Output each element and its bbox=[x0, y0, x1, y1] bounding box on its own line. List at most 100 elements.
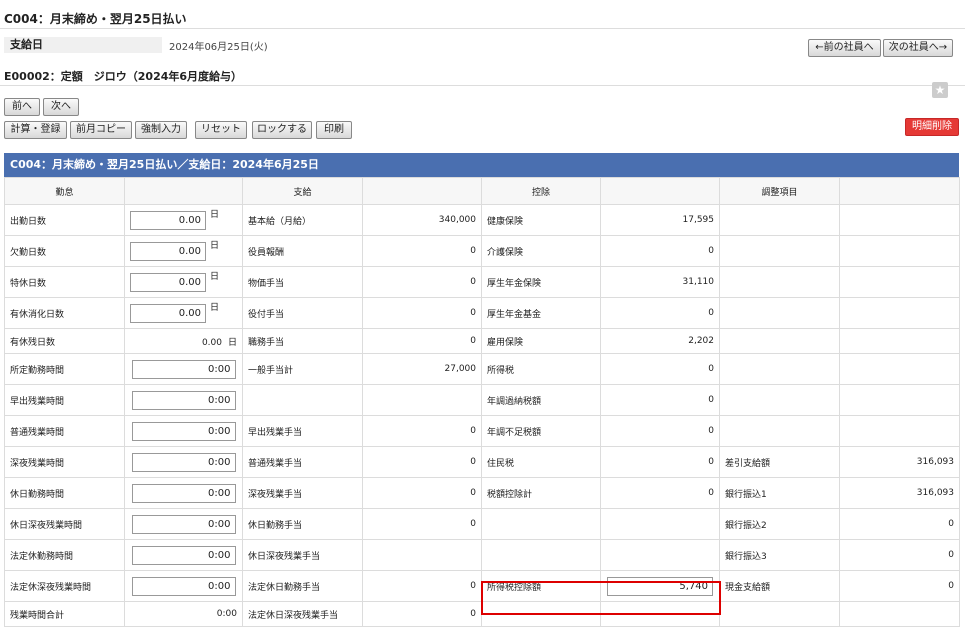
deduction-value: 0 bbox=[600, 384, 720, 416]
adjust-value bbox=[839, 384, 960, 416]
attendance-label: 深夜残業時間 bbox=[4, 446, 125, 478]
payment-label: 基本給（月給） bbox=[242, 204, 363, 236]
table-row: 休日深夜残業時間 0:00 休日勤務手当 0 銀行振込2 0 bbox=[4, 508, 960, 540]
table-row: 出勤日数 0.00 日 基本給（月給） 340,000 健康保険 17,595 bbox=[4, 204, 960, 236]
deduction-label: 年調不足税額 bbox=[481, 415, 601, 447]
deduction-value: 31,110 bbox=[600, 266, 720, 298]
attendance-input[interactable]: 0:00 bbox=[131, 483, 236, 503]
attendance-value: 0.00 日 bbox=[124, 204, 243, 236]
attendance-value: 0:00 bbox=[124, 415, 243, 447]
deduction-label: 雇用保険 bbox=[481, 328, 601, 354]
adjust-value bbox=[839, 601, 960, 627]
payment-value: 0 bbox=[362, 328, 482, 354]
next-button[interactable]: 次へ bbox=[43, 98, 79, 116]
payment-value: 0 bbox=[362, 415, 482, 447]
deduction-label bbox=[481, 539, 601, 571]
attendance-label: 法定休勤務時間 bbox=[4, 539, 125, 571]
payment-value: 27,000 bbox=[362, 353, 482, 385]
income-tax-deduction-input[interactable]: 5,740 bbox=[607, 576, 713, 596]
pay-date-label: 支給日 bbox=[4, 37, 162, 53]
payment-label: 法定休日勤務手当 bbox=[242, 570, 363, 602]
attendance-label: 早出残業時間 bbox=[4, 384, 125, 416]
table-row: 深夜残業時間 0:00 普通残業手当 0 住民税 0 差引支給額 316,093 bbox=[4, 446, 960, 478]
deduction-value: 0 bbox=[600, 235, 720, 267]
payment-value bbox=[362, 384, 482, 416]
reset-button[interactable]: リセット bbox=[195, 121, 247, 139]
attendance-input[interactable]: 0:00 bbox=[131, 452, 236, 472]
deduction-value: 17,595 bbox=[600, 204, 720, 236]
attendance-label: 欠勤日数 bbox=[4, 235, 125, 267]
attendance-input[interactable]: 0:00 bbox=[131, 390, 236, 410]
deduction-value: 5,740 bbox=[600, 570, 720, 602]
deduction-label: 所得税 bbox=[481, 353, 601, 385]
attendance-input[interactable]: 0:00 bbox=[131, 514, 236, 534]
table-row: 有休残日数 0.00 日職務手当 0 雇用保険 2,202 bbox=[4, 328, 960, 354]
adjust-value bbox=[839, 297, 960, 329]
star-icon[interactable]: ★ bbox=[932, 82, 948, 98]
adjust-value: 316,093 bbox=[839, 446, 960, 478]
lock-button[interactable]: ロックする bbox=[252, 121, 312, 139]
adjust-label bbox=[719, 601, 840, 627]
attendance-label: 休日深夜残業時間 bbox=[4, 508, 125, 540]
divider bbox=[0, 85, 965, 86]
attendance-value: 0:00 bbox=[124, 477, 243, 509]
attendance-label: 法定休深夜残業時間 bbox=[4, 570, 125, 602]
deduction-value bbox=[600, 539, 720, 571]
attendance-input[interactable]: 0.00 bbox=[130, 210, 206, 230]
payment-label: 法定休日深夜残業手当 bbox=[242, 601, 363, 627]
attendance-input[interactable]: 0:00 bbox=[131, 359, 236, 379]
payroll-banner: C004：月末締め・翌月25日払い／支給日：2024年6月25日 bbox=[4, 153, 959, 177]
deduction-label: 年調過納税額 bbox=[481, 384, 601, 416]
attendance-value-text: 0.00 bbox=[201, 337, 222, 348]
deduction-label: 介護保険 bbox=[481, 235, 601, 267]
copy-previous-month-button[interactable]: 前月コピー bbox=[70, 121, 132, 139]
adjust-value bbox=[839, 415, 960, 447]
attendance-input[interactable]: 0.00 bbox=[130, 241, 206, 261]
attendance-input[interactable]: 0.00 bbox=[130, 272, 206, 292]
adjust-label: 銀行振込3 bbox=[719, 539, 840, 571]
deduction-value: 2,202 bbox=[600, 328, 720, 354]
delete-detail-button[interactable]: 明細削除 bbox=[905, 118, 959, 136]
adjust-label bbox=[719, 297, 840, 329]
attendance-value: 0:00 bbox=[124, 539, 243, 571]
deduction-label: 厚生年金保険 bbox=[481, 266, 601, 298]
attendance-value: 0.00 日 bbox=[124, 328, 243, 354]
payment-value: 0 bbox=[362, 266, 482, 298]
attendance-label: 休日勤務時間 bbox=[4, 477, 125, 509]
table-row: 特休日数 0.00 日 物価手当 0 厚生年金保険 31,110 bbox=[4, 266, 960, 298]
deduction-value: 0 bbox=[600, 477, 720, 509]
attendance-label: 所定勤務時間 bbox=[4, 353, 125, 385]
prev-button[interactable]: 前へ bbox=[4, 98, 40, 116]
adjust-label bbox=[719, 328, 840, 354]
unit-label: 日 bbox=[210, 209, 220, 220]
attendance-value: 0:00 bbox=[124, 601, 243, 627]
payment-value: 340,000 bbox=[362, 204, 482, 236]
force-input-button[interactable]: 強制入力 bbox=[135, 121, 187, 139]
next-employee-button[interactable]: 次の社員へ→ bbox=[883, 39, 953, 57]
deduction-header: 控除 bbox=[481, 177, 601, 205]
adjust-value bbox=[839, 328, 960, 354]
attendance-input[interactable]: 0:00 bbox=[131, 576, 236, 596]
payment-value: 0 bbox=[362, 297, 482, 329]
adjust-label: 差引支給額 bbox=[719, 446, 840, 478]
adjust-value: 0 bbox=[839, 539, 960, 571]
attendance-header: 勤怠 bbox=[4, 177, 125, 205]
payment-header: 支給 bbox=[242, 177, 363, 205]
payment-label: 深夜残業手当 bbox=[242, 477, 363, 509]
attendance-label: 普通残業時間 bbox=[4, 415, 125, 447]
adjust-value bbox=[839, 353, 960, 385]
print-button[interactable]: 印刷 bbox=[316, 121, 352, 139]
attendance-value-text: 0:00 bbox=[216, 609, 237, 619]
calc-register-button[interactable]: 計算・登録 bbox=[4, 121, 67, 139]
attendance-input[interactable]: 0:00 bbox=[131, 421, 236, 441]
table-row: 法定休深夜残業時間 0:00 法定休日勤務手当 0 所得税控除額 5,740 現金支給額 0 bbox=[4, 570, 960, 602]
attendance-input[interactable]: 0.00 bbox=[130, 303, 206, 323]
deduction-label bbox=[481, 601, 601, 627]
adjust-value bbox=[839, 235, 960, 267]
payment-value: 0 bbox=[362, 601, 482, 627]
attendance-value: 0.00 日 bbox=[124, 297, 243, 329]
attendance-input[interactable]: 0:00 bbox=[131, 545, 236, 565]
payment-value: 0 bbox=[362, 235, 482, 267]
prev-employee-button[interactable]: ←前の社員へ bbox=[808, 39, 881, 57]
table-row: 法定休勤務時間 0:00 休日深夜残業手当 銀行振込3 0 bbox=[4, 539, 960, 571]
